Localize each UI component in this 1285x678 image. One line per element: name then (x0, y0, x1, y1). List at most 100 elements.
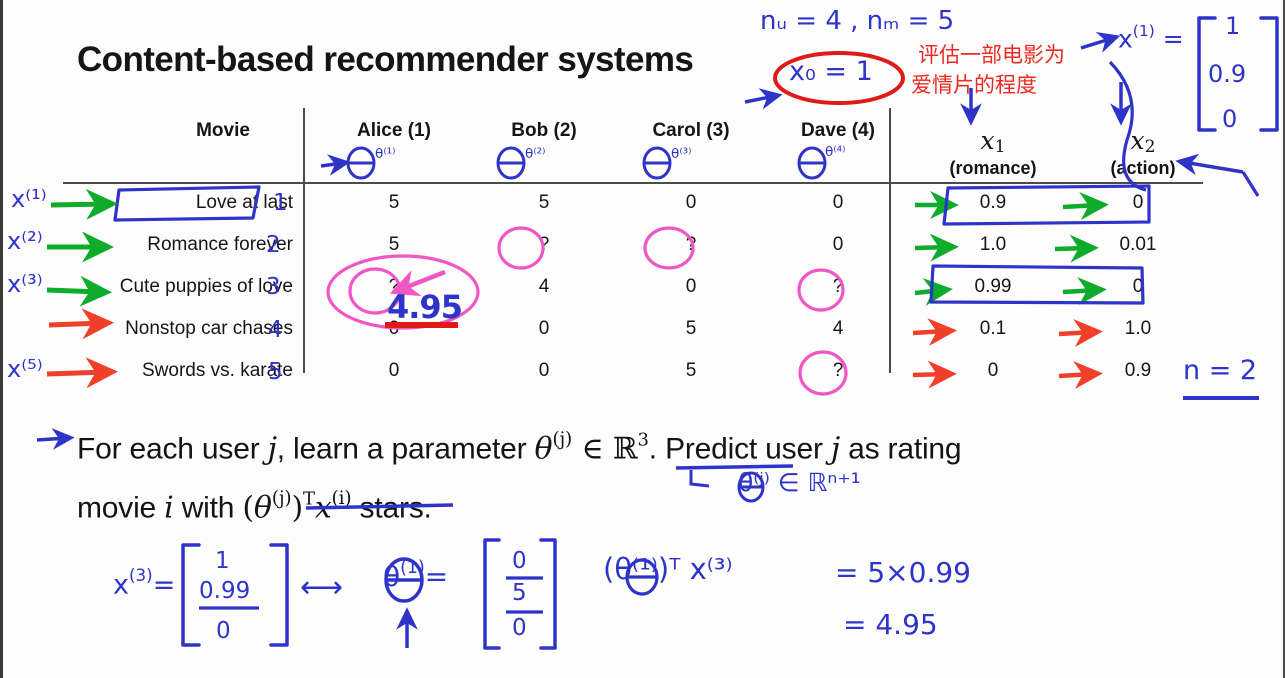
work-x3-value-2: 0 (216, 618, 231, 644)
page-title: Content-based recommender systems (77, 40, 694, 79)
rating-cell: ? (832, 360, 844, 381)
rating-cell: 4 (832, 318, 844, 339)
para-paren-close: ) (291, 490, 303, 526)
x2-caption: (action) (1110, 158, 1176, 178)
annotation-movie-index-3: 3 (266, 274, 281, 300)
column-header-x2: x2 (action) (1058, 126, 1228, 179)
para-theta: θ (534, 431, 553, 467)
blue-arrow-to-x1-vector (1080, 32, 1121, 53)
column-header-carol: Carol (3) (652, 120, 730, 141)
annotation-x-label-row2: x⁽²⁾ (7, 227, 43, 255)
theta-glyph-carol (642, 146, 672, 180)
rating-cell: 5 (538, 192, 550, 213)
x1-vector-symbol: x (1118, 24, 1133, 54)
annotation-movie-index-5: 5 (268, 359, 283, 385)
rating-cell: 0 (832, 192, 844, 213)
movie-label: Swords vs. karate (142, 360, 293, 381)
rating-cell: 4 (538, 276, 550, 297)
blue-vector-bracket-right (1259, 16, 1279, 132)
rating-cell: ? (685, 234, 697, 255)
para-theta-superscript: (j) (552, 429, 573, 450)
work-theta1-superscript: (1) (400, 558, 425, 578)
feature-cell-x2: 1.0 (1124, 318, 1152, 339)
work-dot-product-step2: = 4.95 (843, 608, 938, 641)
work-theta1-symbol: θ (383, 560, 401, 594)
blue-curve-action-tail (1241, 171, 1260, 197)
slide-canvas: Content-based recommender systems Movie … (0, 0, 1285, 678)
blue-arrow-to-x0 (744, 88, 783, 110)
para-expr-theta-superscript: (j) (271, 488, 292, 510)
rating-cell: 5 (388, 192, 400, 213)
column-header-movie: Movie (196, 120, 250, 141)
theta-carol-superscript: θ⁽³⁾ (671, 146, 692, 162)
work-theta1-label: θ(1)= (383, 558, 448, 593)
work-x3-symbol: x (113, 569, 129, 601)
x2-symbol: x2 (1130, 126, 1156, 157)
blue-arrow-to-theta-alice (320, 154, 351, 176)
para-expr-x: x (314, 490, 332, 526)
x1-symbol: x1 (980, 126, 1006, 157)
column-header-x1: x1 (romance) (908, 126, 1078, 179)
x1-vector-equals: = (1162, 24, 1184, 54)
para-text-3: . Predict user (648, 432, 831, 466)
rating-cell: 0 (388, 360, 400, 381)
annotation-theta-bob: θ⁽²⁾ (525, 146, 546, 174)
feature-cell-x1: 0 (987, 360, 999, 381)
work-x3-superscript: (3) (128, 565, 153, 585)
theta-alice-superscript: θ⁽¹⁾ (375, 146, 396, 162)
annotation-x-label-row1: x⁽¹⁾ (11, 185, 47, 213)
annotation-predicted-rating: 4.95 (387, 288, 463, 326)
para-var-j2: j (830, 431, 840, 467)
para-in-symbol: ∈ (572, 431, 613, 467)
work-equivalence-arrow: ⟷ (300, 570, 344, 605)
feature-cell-x2: 0.01 (1119, 234, 1157, 255)
annotation-n-equals-2: n = 2 (1183, 355, 1258, 386)
rating-cell: 0 (832, 234, 844, 255)
work-theta1-value-2: 0 (512, 615, 527, 641)
rating-cell: 0 (685, 192, 697, 213)
annotation-theta-alice: θ⁽¹⁾ (375, 146, 396, 174)
annotation-movie-index-2: 2 (266, 232, 281, 258)
rating-cell: ? (832, 276, 844, 297)
feature-cell-x2: 0 (1132, 276, 1144, 297)
annotation-theta-in-reals: θ⁽ʲ⁾ ∈ ℝⁿ⁺¹ (738, 468, 861, 497)
work-theta1-value-0: 0 (512, 548, 527, 574)
bracket-x3-right (269, 543, 289, 647)
rating-cell: 5 (685, 360, 697, 381)
annotation-x-label-row3: x⁽³⁾ (7, 270, 43, 298)
work-dot-product-expression: (θ⁽¹⁾)ᵀ x⁽³⁾ (603, 552, 733, 586)
para-transpose: T (303, 488, 315, 510)
para-reals-superscript: 3 (637, 429, 649, 451)
movie-label: Cute puppies of love (119, 276, 293, 297)
blue-arrow-paragraph-bullet (36, 428, 75, 450)
annotation-theta-dave: θ⁽⁴⁾ (825, 144, 846, 172)
annotation-x1-vector-v1: 0.9 (1208, 60, 1247, 88)
x1-caption: (romance) (949, 158, 1037, 178)
work-x3-value-1: 0.99 (199, 578, 251, 604)
rating-cell: 5 (388, 234, 400, 255)
rating-cell: ? (538, 234, 550, 255)
theta-glyph-dave (797, 146, 827, 180)
annotation-x1-vector-v2: 0 (1222, 105, 1238, 133)
para-var-j: j (267, 431, 277, 467)
table-divider-left (303, 108, 305, 373)
rating-cell: 0 (538, 318, 550, 339)
para-reals: ℝ (612, 431, 638, 467)
table-header-rule (63, 182, 1203, 184)
annotation-x0-equals-1: x₀ = 1 (789, 56, 873, 87)
x1-vector-superscript: (1) (1132, 22, 1155, 40)
theta-glyph-alice (346, 146, 376, 180)
para-text-1: For each user (77, 432, 268, 466)
annotation-chinese-line2: 爱情片的程度 (911, 73, 1037, 97)
movie-label: Romance forever (147, 234, 293, 255)
para-text-7: stars. (351, 491, 432, 525)
body-paragraph: For each user j, learn a parameter θ(j) … (77, 415, 1257, 534)
rating-cell: 5 (685, 318, 697, 339)
feature-cell-x1: 0.9 (979, 192, 1007, 213)
para-var-i: i (164, 490, 174, 526)
x2-subscript: 2 (1144, 137, 1156, 157)
movie-label: Nonstop car chases (125, 318, 293, 339)
column-header-alice: Alice (1) (357, 120, 431, 141)
annotation-x1-vector-v0: 1 (1225, 12, 1241, 40)
theta-bob-superscript: θ⁽²⁾ (525, 146, 546, 162)
